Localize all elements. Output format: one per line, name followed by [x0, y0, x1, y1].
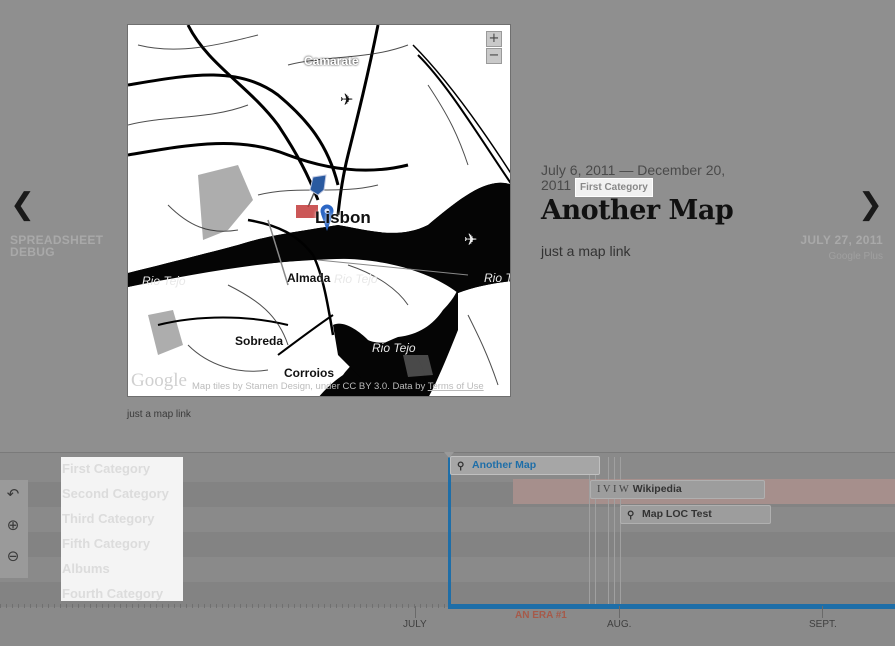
- map-label-corroios: Corroios: [284, 366, 335, 380]
- month-tick: [415, 606, 416, 618]
- map-label-camarate: Camarate: [304, 54, 359, 68]
- next-slide-title[interactable]: JULY 27, 2011: [773, 234, 883, 246]
- wiki-glyphs: I V I W: [597, 484, 629, 495]
- flag-label: Another Map: [472, 459, 537, 471]
- map-label-rio-tejo-south: Rio Tejo: [372, 341, 416, 355]
- previous-slide-title[interactable]: SPREADSHEET DEBUG: [10, 234, 120, 258]
- svg-text:✈: ✈: [340, 90, 353, 109]
- back-icon[interactable]: ↶: [3, 484, 23, 504]
- map-label-lisbon: Lisbon: [315, 208, 371, 227]
- category-item: Fifth Category: [62, 536, 151, 551]
- map-zoom-in-button[interactable]: +: [486, 31, 502, 47]
- map-view[interactable]: ✈ ✈ Camarate Lisbon Almada Rio Tejo Rio …: [127, 24, 511, 397]
- chevron-left-icon[interactable]: ❮: [10, 190, 120, 220]
- map-pin-icon: ⚲: [457, 461, 465, 472]
- next-slide-subtitle[interactable]: Google Plus: [773, 251, 883, 262]
- slide-headline: Another Map: [541, 195, 734, 226]
- month-tick: [619, 606, 620, 618]
- zoom-in-icon[interactable]: ⊕: [3, 515, 23, 535]
- category-item: Fourth Category: [62, 586, 164, 601]
- next-slide-nav[interactable]: ❯ JULY 27, 2011 Google Plus: [773, 190, 883, 263]
- slide-text: just a map link: [541, 243, 631, 259]
- map-attribution: Map tiles by Stamen Design, under CC BY …: [192, 381, 484, 392]
- category-item: Albums: [62, 561, 110, 576]
- month-label-july: JULY: [403, 619, 427, 630]
- map-attribution-text: Map tiles by Stamen Design, under CC BY …: [192, 381, 428, 392]
- timeline-toolbar: ↶ ⊕ ⊖: [0, 480, 28, 578]
- category-item: Second Category: [62, 486, 169, 501]
- timeline-ruler-active-span: [448, 604, 895, 609]
- category-item: First Category: [62, 461, 151, 476]
- timeline-flag-map-loc-test[interactable]: ⚲ Map LOC Test: [620, 505, 771, 524]
- previous-slide-nav[interactable]: ❮ SPREADSHEET DEBUG: [10, 190, 120, 259]
- slider-area: ❮ SPREADSHEET DEBUG ❯ JULY 27, 2011 Goog…: [0, 0, 895, 452]
- map-label-almada: Almada: [287, 271, 331, 285]
- active-marker-line: [448, 457, 451, 608]
- terms-of-use-link[interactable]: Terms of Use: [428, 381, 484, 392]
- flag-label: Wikipedia: [632, 483, 682, 495]
- map-pin-icon: ⚲: [627, 510, 635, 521]
- map-caption: just a map link: [127, 409, 191, 420]
- chevron-right-icon[interactable]: ❯: [773, 190, 883, 220]
- map-label-rio-tejo-east: Rio Tejo: [484, 271, 511, 285]
- zoom-out-icon[interactable]: ⊖: [3, 546, 23, 566]
- slide-date: July 6, 2011 — December 20, 2011 First C…: [541, 163, 741, 197]
- month-tick: [822, 606, 823, 618]
- month-label-sept: SEPT.: [809, 619, 837, 630]
- flag-label: Map LOC Test: [642, 508, 712, 520]
- timeline-flag-another-map[interactable]: ⚲ Another Map: [450, 456, 600, 475]
- svg-text:✈: ✈: [464, 230, 477, 249]
- map-label-sobreda: Sobreda: [235, 334, 284, 348]
- category-item: Third Category: [62, 511, 155, 526]
- map-label-rio-tejo-center: Rio Tejo: [334, 272, 378, 286]
- timeline-flag-wikipedia[interactable]: I V I W Wikipedia: [590, 480, 765, 499]
- month-label-aug: AUG.: [607, 619, 632, 630]
- map-label-rio-tejo-west: Rio Tejo: [142, 274, 186, 288]
- google-logo[interactable]: Google: [131, 370, 187, 392]
- era-label: AN ERA #1: [515, 610, 567, 621]
- map-zoom-out-button[interactable]: −: [486, 48, 502, 64]
- category-list: First Category Second Category Third Cat…: [61, 457, 183, 601]
